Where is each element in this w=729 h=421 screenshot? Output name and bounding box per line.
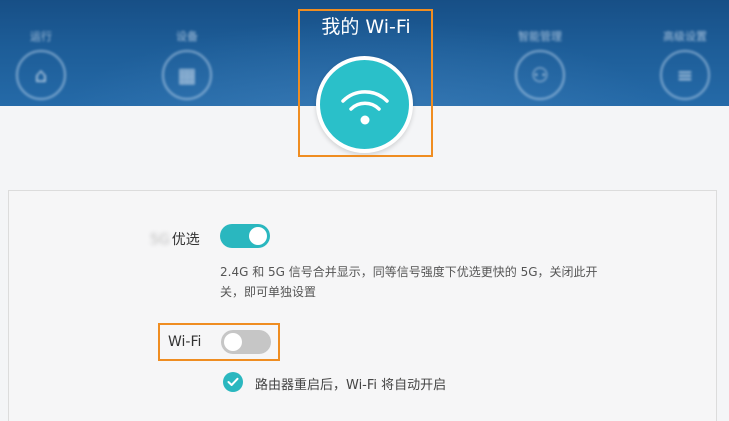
checkmark-icon: [227, 377, 239, 386]
nav-item-devices[interactable]: 设备 ▦: [152, 28, 222, 100]
dual-band-pref-toggle[interactable]: [220, 224, 270, 248]
highlight-box-wifi-toggle: [158, 323, 280, 361]
nav-label-devices: 设备: [176, 30, 198, 43]
nav-item-home[interactable]: 运行 ⌂: [6, 28, 76, 100]
nav-label-advanced: 高级设置: [663, 30, 707, 43]
highlight-box-my-wifi: [298, 9, 433, 157]
auto-restart-text: 路由器重启后，Wi-Fi 将自动开启: [255, 378, 447, 393]
home-icon: ⌂: [16, 50, 66, 100]
dual-band-pref-prefix: 5G: [150, 232, 170, 248]
toggle-knob: [249, 227, 267, 245]
dual-band-pref-label: 5G 优选: [150, 229, 200, 249]
dual-band-pref-text: 优选: [171, 232, 200, 248]
auto-restart-checkbox[interactable]: [223, 372, 243, 392]
nav-item-manage[interactable]: 智能管理 ⚇: [505, 28, 575, 100]
nav-label-manage: 智能管理: [518, 30, 562, 43]
dual-band-pref-description: 2.4G 和 5G 信号合并显示，同等信号强度下优选更快的 5G，关闭此开关，即…: [220, 265, 598, 299]
menu-icon: ≡: [660, 50, 710, 100]
manage-icon: ⚇: [515, 50, 565, 100]
nav-item-advanced[interactable]: 高级设置 ≡: [650, 28, 720, 100]
nav-label-home: 运行: [30, 30, 52, 43]
devices-icon: ▦: [162, 50, 212, 100]
